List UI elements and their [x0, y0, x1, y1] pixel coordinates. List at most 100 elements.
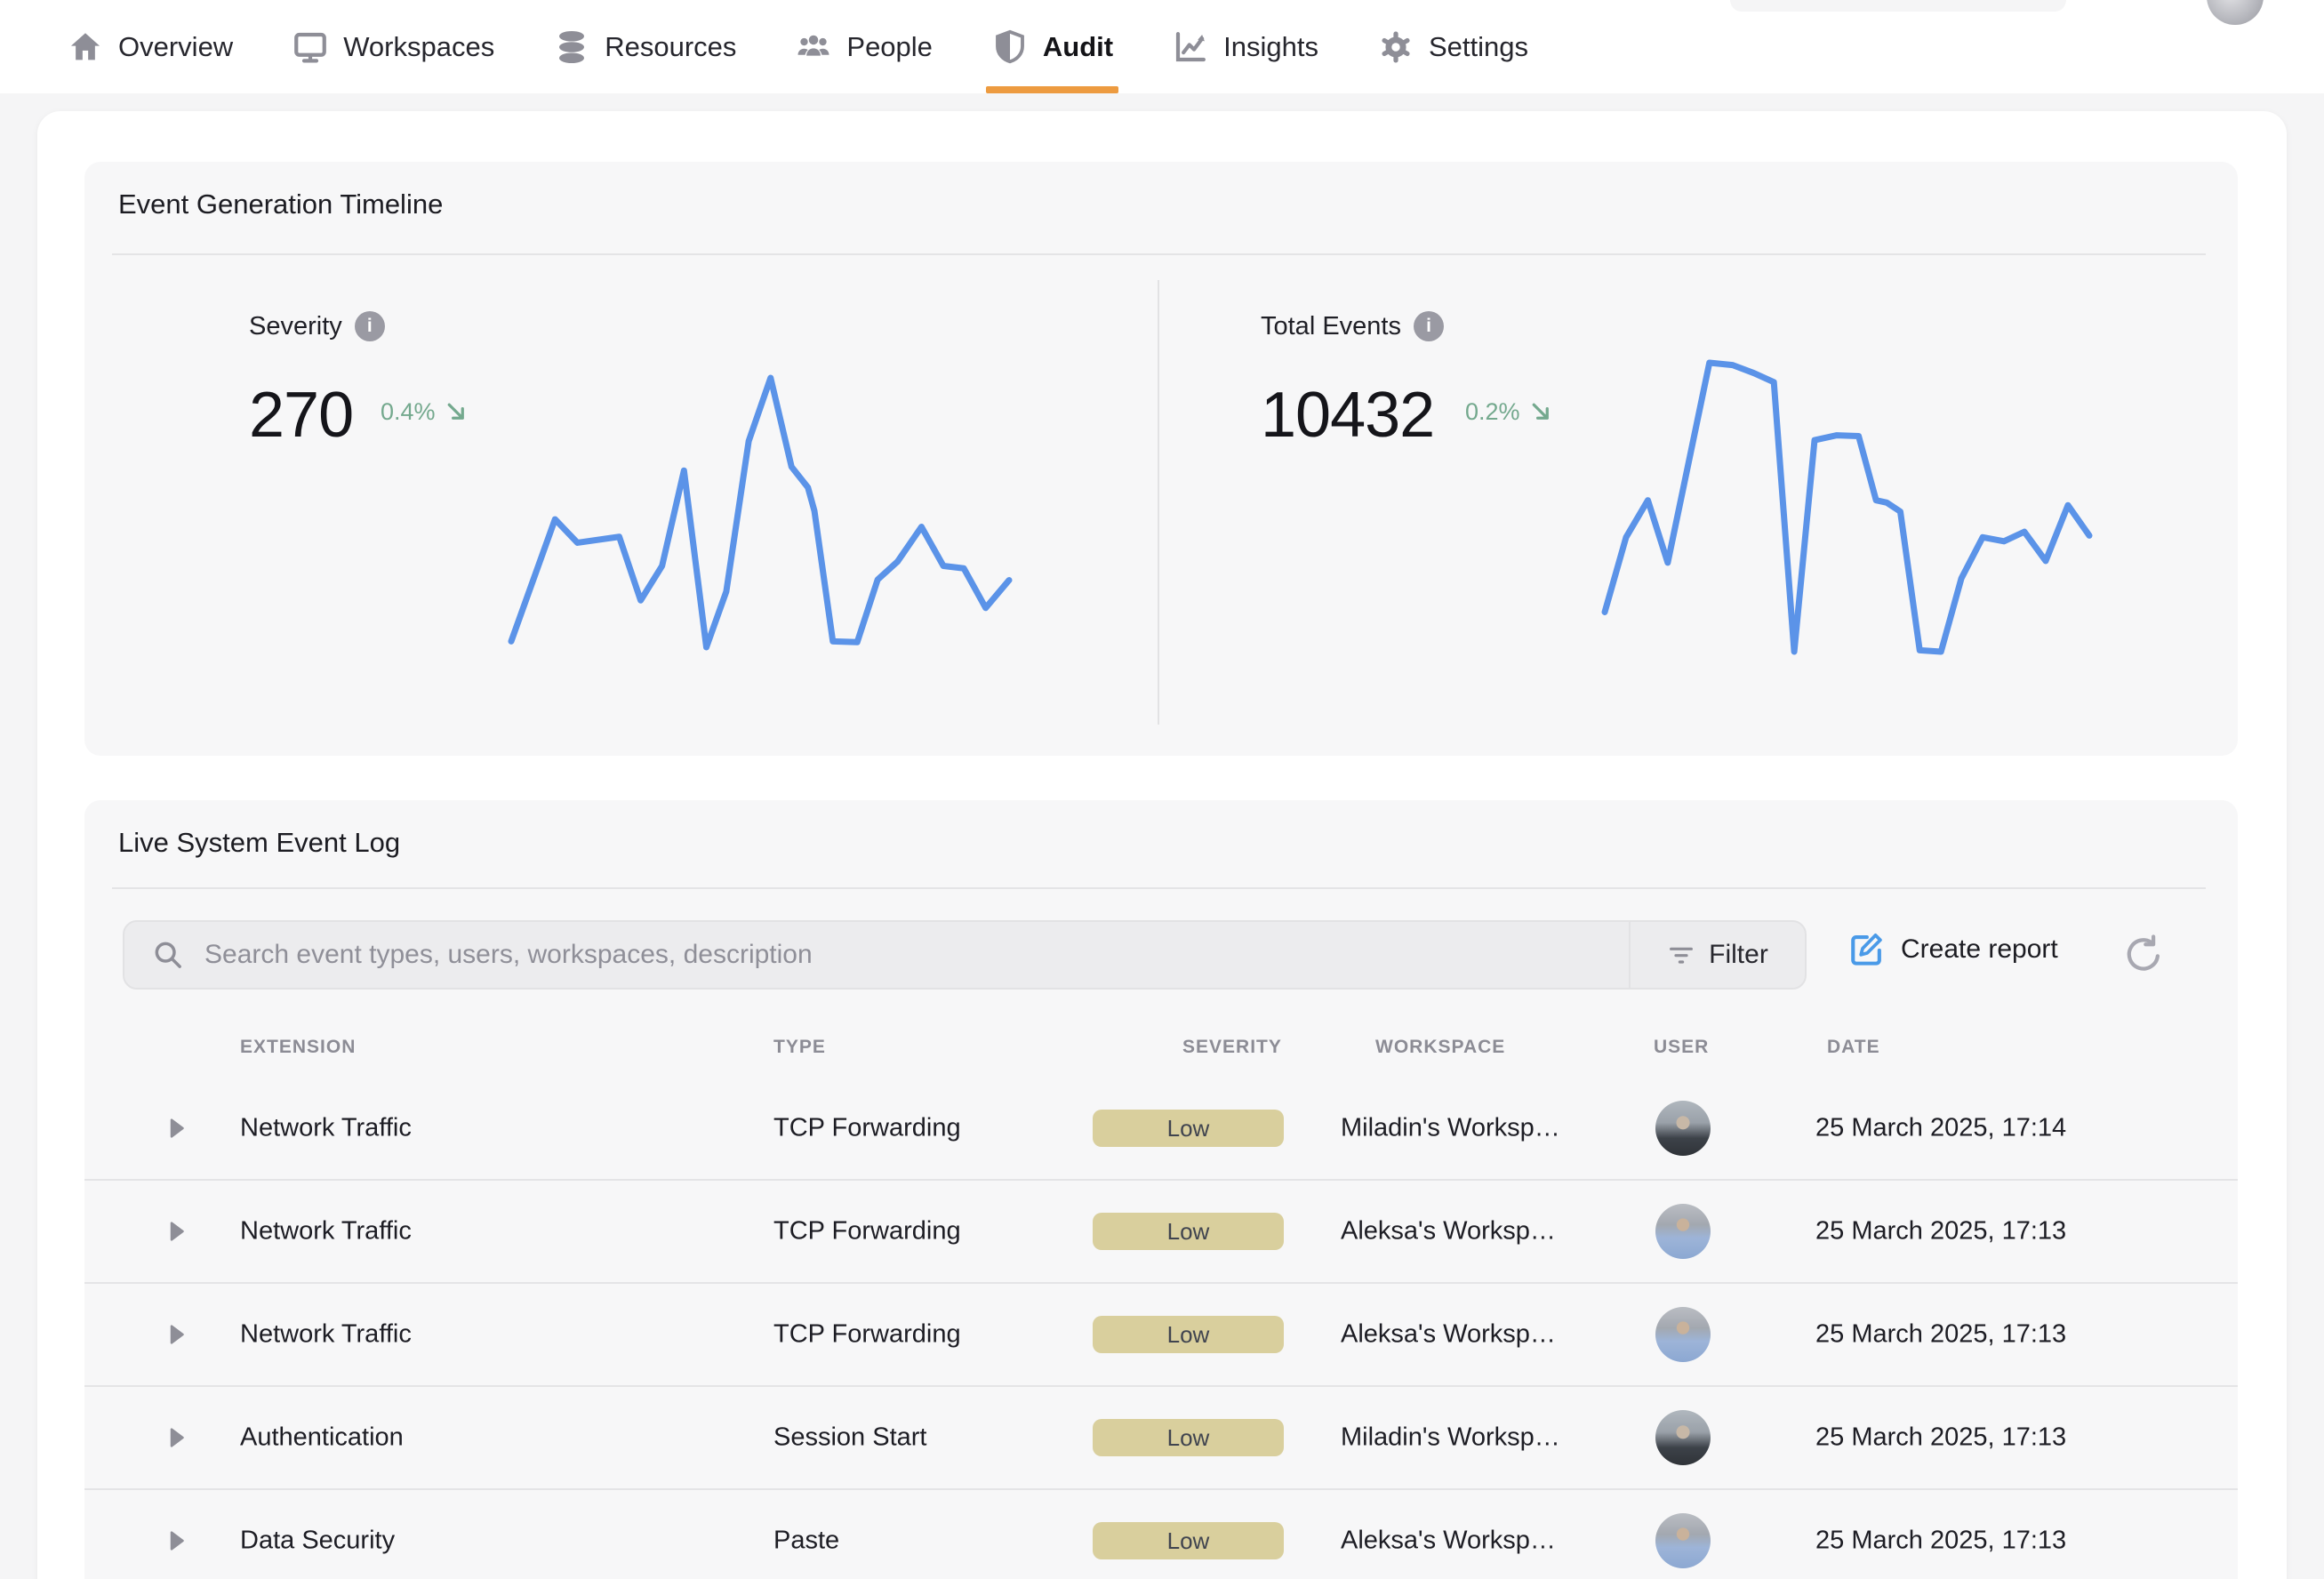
refresh-button[interactable] [2123, 934, 2164, 974]
nav-item-insights[interactable]: Insights [1172, 0, 1318, 93]
live-system-event-log-card: Live System Event Log Filter Create repo… [84, 800, 2238, 1579]
trend-down-arrow-icon [1528, 399, 1555, 426]
column-header-type: TYPE [773, 1037, 826, 1058]
column-header-workspace: WORKSPACE [1375, 1037, 1505, 1058]
nav-label: Workspaces [343, 31, 494, 63]
extension-cell: Authentication [240, 1423, 404, 1453]
table-row[interactable]: Network Traffic TCP Forwarding Low Milad… [84, 1078, 2238, 1181]
workspace-cell: Miladin's Worksp… [1341, 1423, 1560, 1453]
workspace-cell: Aleksa's Worksp… [1341, 1217, 1556, 1246]
nav-item-resources[interactable]: Resources [553, 0, 736, 93]
severity-badge: Low [1093, 1419, 1284, 1456]
info-icon[interactable]: i [355, 311, 385, 341]
severity-sparkline [511, 378, 1009, 647]
change-percent: 0.4% [381, 398, 436, 426]
caret-right-icon [163, 1115, 189, 1142]
create-report-label: Create report [1901, 934, 2058, 965]
monitor-icon [292, 28, 329, 66]
filter-button[interactable]: Filter [1629, 922, 1805, 988]
type-cell: Paste [773, 1527, 839, 1556]
main-content: Event Generation Timeline Severity i 270… [37, 111, 2287, 1579]
nav-item-settings[interactable]: Settings [1377, 0, 1528, 93]
divider [112, 887, 2206, 889]
nav-label: Insights [1223, 31, 1318, 63]
log-card-title: Live System Event Log [118, 827, 400, 859]
expand-row-caret[interactable] [163, 1321, 189, 1348]
expand-row-caret[interactable] [163, 1218, 189, 1245]
line-chart-icon [1172, 28, 1209, 66]
date-cell: 25 March 2025, 17:13 [1815, 1217, 2066, 1246]
workspace-cell: Miladin's Worksp… [1341, 1114, 1560, 1143]
vertical-divider [1158, 280, 1159, 725]
total-events-sparkline [1605, 363, 2089, 652]
nav-item-workspaces[interactable]: Workspaces [292, 0, 494, 93]
date-cell: 25 March 2025, 17:13 [1815, 1320, 2066, 1350]
table-row[interactable]: Network Traffic TCP Forwarding Low Aleks… [84, 1181, 2238, 1284]
create-report-button[interactable]: Create report [1847, 930, 2058, 968]
change-percent: 0.2% [1465, 398, 1520, 426]
nav-label: Settings [1429, 31, 1528, 63]
search-input[interactable] [203, 939, 1629, 971]
nav-item-overview[interactable]: Overview [67, 0, 233, 93]
cutoff-toast [1730, 0, 2066, 12]
severity-metric-change: 0.4% [381, 398, 470, 426]
filter-lines-icon [1667, 941, 1695, 969]
nav-label: People [846, 31, 933, 63]
user-avatar [1655, 1307, 1711, 1362]
table-row[interactable]: Authentication Session Start Low Miladin… [84, 1387, 2238, 1490]
filter-label: Filter [1709, 940, 1768, 970]
user-avatar [1655, 1204, 1711, 1259]
info-icon[interactable]: i [1414, 311, 1444, 341]
table-row[interactable]: Network Traffic TCP Forwarding Low Aleks… [84, 1284, 2238, 1387]
database-icon [553, 28, 590, 66]
severity-badge: Low [1093, 1316, 1284, 1353]
column-header-user: USER [1654, 1037, 1709, 1058]
metric-label-text: Total Events [1261, 312, 1401, 341]
refresh-icon [2123, 934, 2164, 974]
type-cell: TCP Forwarding [773, 1217, 961, 1246]
column-header-date: DATE [1827, 1037, 1880, 1058]
nav-item-audit[interactable]: Audit [991, 0, 1113, 93]
trend-down-arrow-icon [444, 399, 470, 426]
app-window: Overview Workspaces Resources People Aud… [0, 0, 2324, 1579]
severity-badge: Low [1093, 1213, 1284, 1250]
total-events-metric-value: 10432 [1261, 379, 1434, 452]
type-cell: TCP Forwarding [773, 1320, 961, 1350]
severity-metric-label: Severity i [249, 311, 385, 341]
severity-badge: Low [1093, 1522, 1284, 1559]
user-avatar [1655, 1513, 1711, 1568]
nav-label: Audit [1043, 31, 1113, 63]
date-cell: 25 March 2025, 17:13 [1815, 1423, 2066, 1453]
user-avatar [1655, 1410, 1711, 1465]
shield-icon [991, 28, 1029, 66]
caret-right-icon [163, 1527, 189, 1554]
expand-row-caret[interactable] [163, 1424, 189, 1451]
nav-label: Overview [118, 31, 233, 63]
top-navigation: Overview Workspaces Resources People Aud… [0, 0, 2324, 93]
expand-row-caret[interactable] [163, 1527, 189, 1554]
severity-badge: Low [1093, 1110, 1284, 1147]
search-icon [151, 938, 185, 972]
extension-cell: Network Traffic [240, 1217, 412, 1246]
extension-cell: Network Traffic [240, 1114, 412, 1143]
nav-item-people[interactable]: People [795, 0, 933, 93]
nav-label: Resources [605, 31, 736, 63]
extension-cell: Data Security [240, 1527, 395, 1556]
caret-right-icon [163, 1424, 189, 1451]
expand-row-caret[interactable] [163, 1115, 189, 1142]
table-row[interactable]: Data Security Paste Low Aleksa's Worksp…… [84, 1490, 2238, 1579]
total-events-metric-change: 0.2% [1465, 398, 1555, 426]
type-cell: Session Start [773, 1423, 926, 1453]
people-icon [795, 28, 832, 66]
extension-cell: Network Traffic [240, 1320, 412, 1350]
column-header-extension: EXTENSION [240, 1037, 356, 1058]
caret-right-icon [163, 1321, 189, 1348]
divider [112, 253, 2206, 255]
column-header-severity: SEVERITY [1182, 1037, 1282, 1058]
edit-icon [1847, 930, 1886, 968]
severity-metric-value: 270 [249, 379, 353, 452]
workspace-cell: Aleksa's Worksp… [1341, 1527, 1556, 1556]
home-icon [67, 28, 104, 66]
search-and-filter-bar: Filter [123, 920, 1807, 990]
user-avatar [1655, 1101, 1711, 1156]
